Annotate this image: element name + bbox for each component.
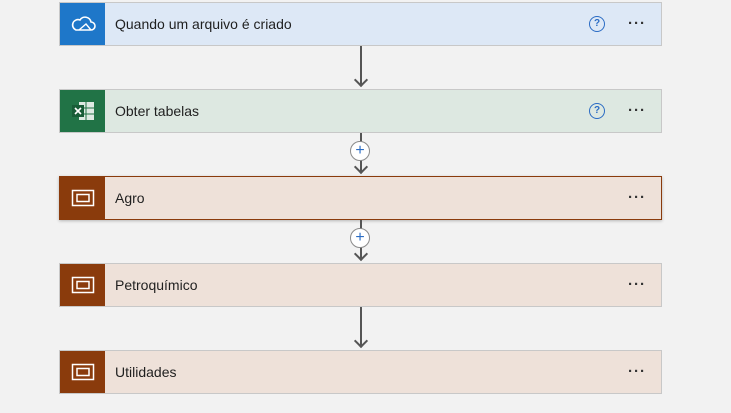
- step-card-scope-petroquimico[interactable]: Petroquímico ···: [59, 263, 662, 307]
- scope-icon-box: [60, 351, 105, 393]
- arrow-down-icon: [353, 333, 369, 349]
- help-icon[interactable]: ?: [589, 16, 605, 32]
- scope-icon-box: [60, 177, 105, 219]
- arrow-down-icon: [353, 72, 369, 88]
- excel-icon: [71, 102, 94, 120]
- more-options-button[interactable]: ···: [623, 190, 651, 205]
- help-icon[interactable]: ?: [589, 103, 605, 119]
- more-options-button[interactable]: ···: [623, 364, 651, 379]
- arrow-down-icon: [353, 246, 369, 262]
- insert-step-button[interactable]: +: [350, 228, 370, 248]
- scope-icon: [71, 189, 94, 207]
- step-title: Petroquímico: [115, 277, 198, 293]
- step-card-scope-agro[interactable]: Agro ···: [59, 176, 662, 220]
- onedrive-cloud-icon: [71, 16, 96, 31]
- step-title: Agro: [115, 190, 145, 206]
- step-card-excel-get-tables[interactable]: Obter tabelas ? ···: [59, 89, 662, 133]
- excel-icon-box: [60, 90, 105, 132]
- scope-icon-box: [60, 264, 105, 306]
- scope-icon: [71, 363, 94, 381]
- step-title: Quando um arquivo é criado: [115, 16, 292, 32]
- arrow-down-icon: [353, 159, 369, 175]
- step-title: Obter tabelas: [115, 103, 200, 119]
- step-card-onedrive-trigger[interactable]: Quando um arquivo é criado ? ···: [59, 2, 662, 46]
- insert-step-button[interactable]: +: [350, 141, 370, 161]
- more-options-button[interactable]: ···: [623, 103, 651, 118]
- more-options-button[interactable]: ···: [623, 277, 651, 292]
- step-card-scope-utilidades[interactable]: Utilidades ···: [59, 350, 662, 394]
- onedrive-icon-box: [60, 3, 105, 45]
- more-options-button[interactable]: ···: [623, 16, 651, 31]
- scope-icon: [71, 276, 94, 294]
- step-title: Utilidades: [115, 364, 177, 380]
